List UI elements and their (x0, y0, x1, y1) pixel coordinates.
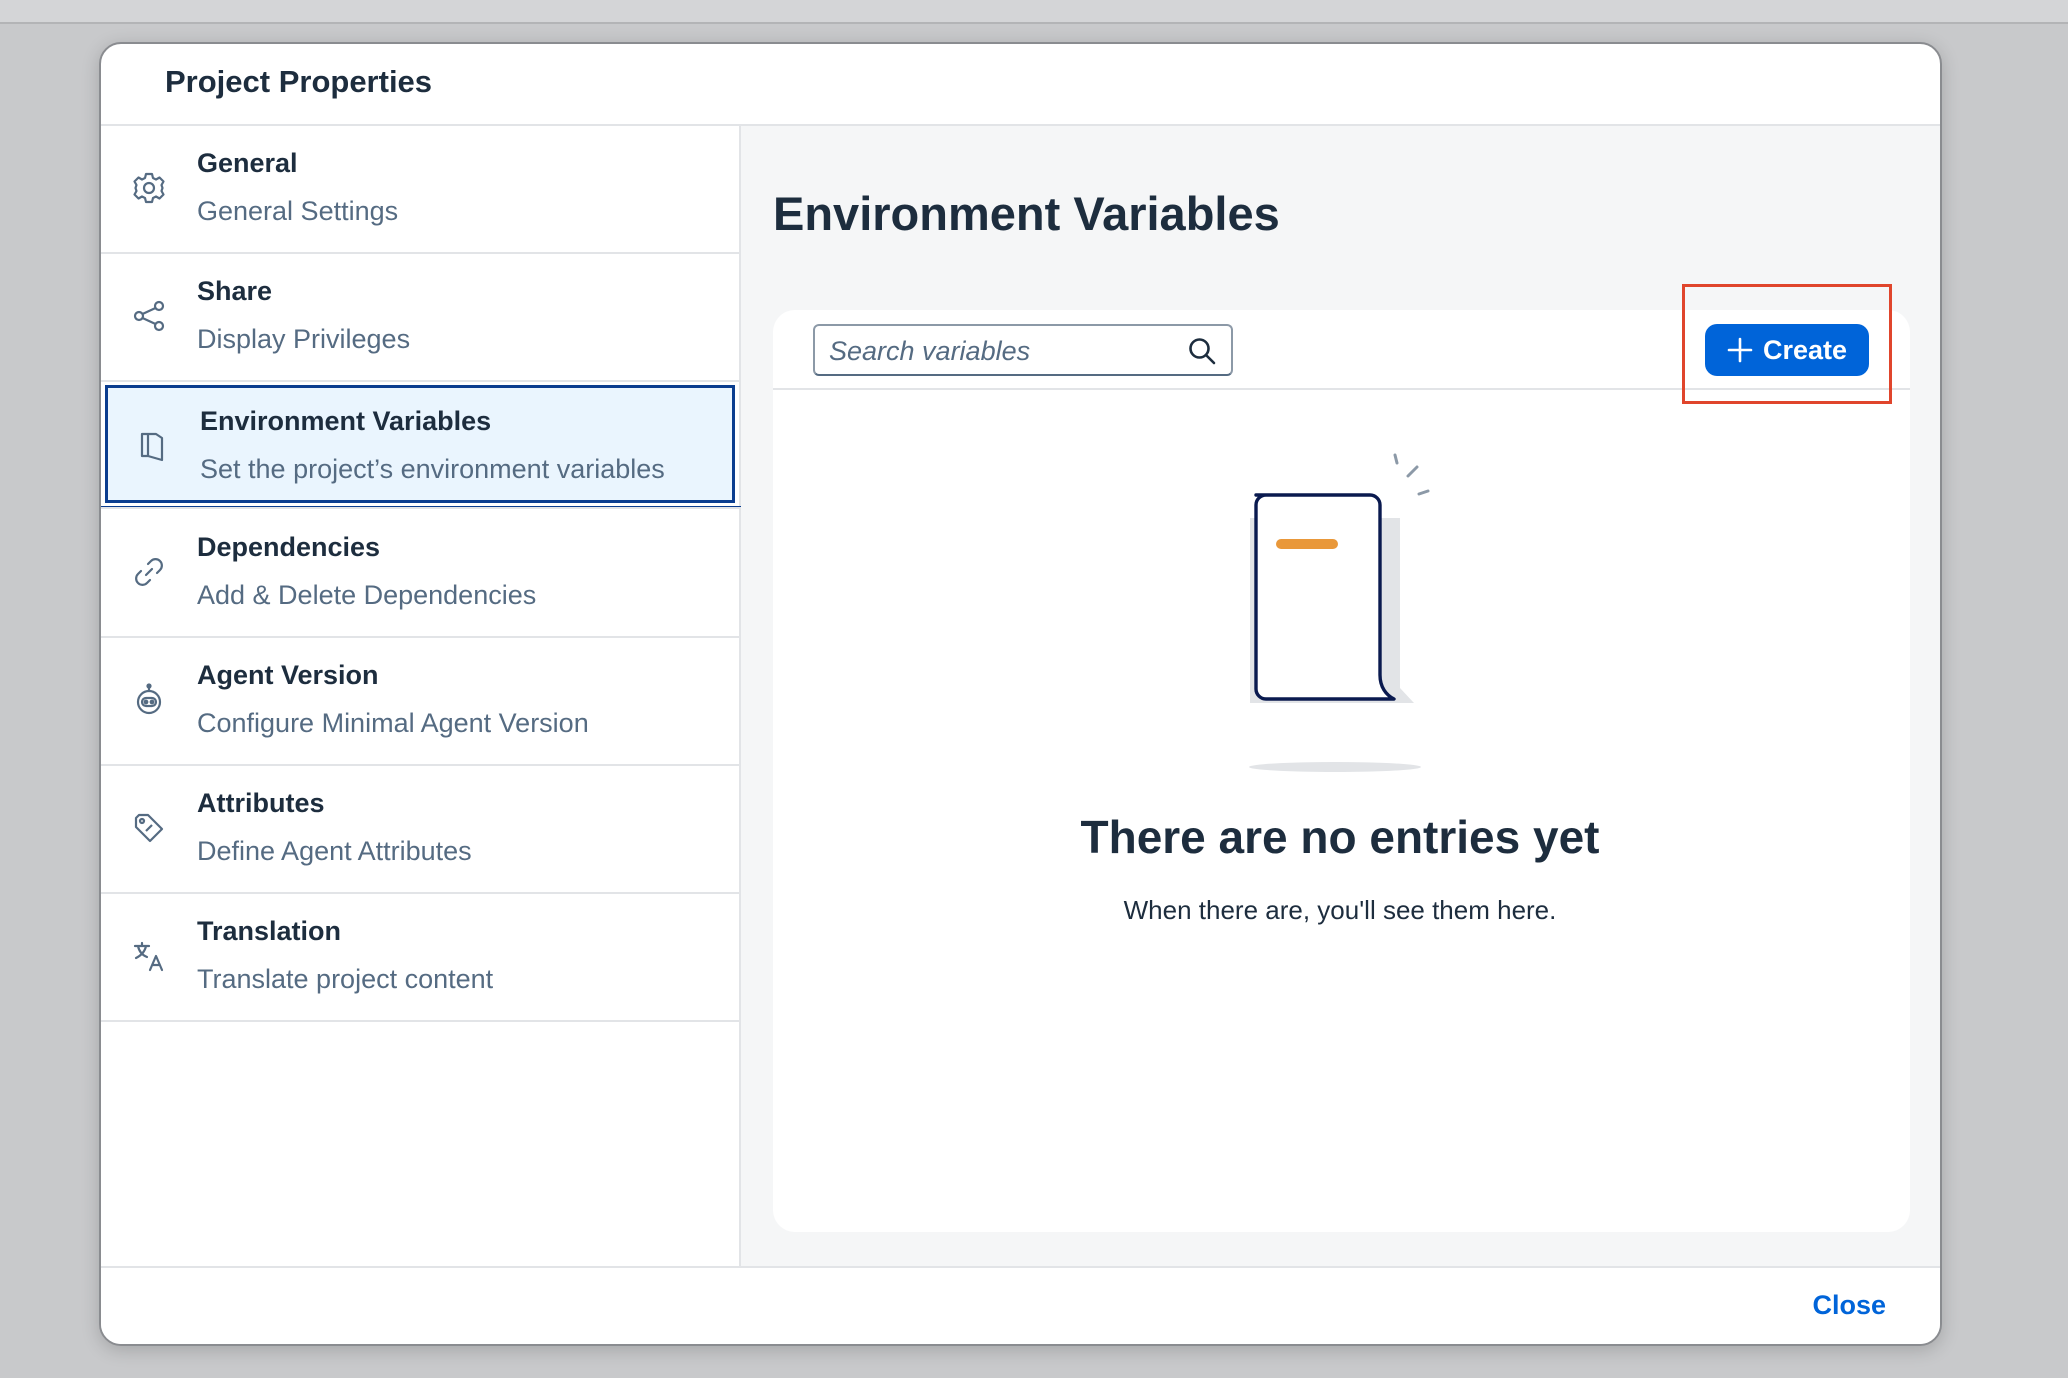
link-icon (131, 554, 167, 590)
tag-icon (131, 810, 167, 846)
sidebar-item-title: Agent Version (197, 660, 379, 690)
sidebar-item-title: General (197, 148, 298, 178)
sidebar-item-title: Environment Variables (200, 406, 492, 436)
sidebar-item-subtitle: Add & Delete Dependencies (197, 580, 537, 610)
sidebar-item-subtitle: Configure Minimal Agent Version (197, 708, 589, 738)
sidebar-item-attributes[interactable]: Attributes Define Agent Attributes (101, 766, 741, 894)
sidebar-item-subtitle: Define Agent Attributes (197, 836, 472, 866)
sidebar-item-share[interactable]: Share Display Privileges (101, 254, 741, 382)
sidebar-item-subtitle: Translate project content (197, 964, 494, 994)
document-icon (134, 428, 170, 464)
sidebar-item-translation[interactable]: Translation Translate project content (101, 894, 741, 1022)
sidebar-item-subtitle: Set the project’s environment variables (200, 454, 665, 484)
empty-state-subtitle: When there are, you'll see them here. (1123, 895, 1557, 925)
sidebar-item-general[interactable]: General General Settings (101, 126, 741, 254)
translate-icon (131, 938, 167, 974)
selection-underline (101, 506, 741, 509)
sidebar-item-title: Attributes (197, 788, 325, 818)
empty-state-title: There are no entries yet (1080, 811, 1600, 863)
robot-icon (131, 682, 167, 718)
sidebar-item-title: Share (197, 276, 273, 306)
share-icon (131, 298, 167, 334)
sidebar-item-environment-variables[interactable]: Environment Variables Set the project’s … (105, 385, 735, 503)
sidebar-item-agent-version[interactable]: Agent Version Configure Minimal Agent Ve… (101, 638, 741, 766)
sidebar: General General Settings Share Display P… (101, 126, 741, 1266)
empty-state: There are no entries yet When there are,… (772, 0, 1908, 1378)
create-button-highlight (1682, 284, 1892, 404)
sidebar-item-title: Dependencies (197, 532, 381, 562)
gear-icon (131, 170, 167, 206)
sidebar-item-dependencies[interactable]: Dependencies Add & Delete Dependencies (101, 510, 741, 638)
sidebar-item-subtitle: General Settings (197, 196, 399, 226)
sidebar-item-title: Translation (197, 916, 342, 946)
dialog-title: Project Properties (165, 64, 433, 99)
sidebar-item-subtitle: Display Privileges (197, 324, 411, 354)
